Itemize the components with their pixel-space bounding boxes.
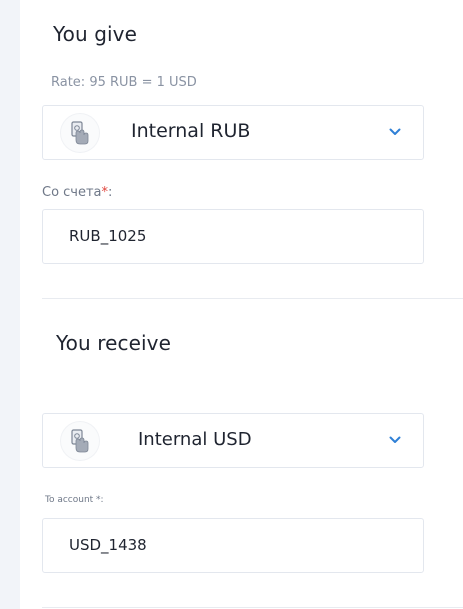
hand-card-icon [61, 114, 99, 152]
give-account-label: Со счета*: [42, 185, 112, 200]
left-rail [0, 0, 20, 609]
receive-account-value: USD_1438 [69, 536, 147, 554]
section-divider [42, 298, 463, 299]
give-currency-select[interactable]: Internal RUB [42, 105, 424, 160]
bottom-divider [42, 607, 463, 608]
hand-card-icon [61, 422, 99, 460]
give-account-field[interactable]: RUB_1025 [42, 209, 424, 264]
give-section-title: You give [53, 22, 138, 46]
receive-currency-label: Internal USD [138, 429, 252, 450]
give-account-value: RUB_1025 [69, 227, 147, 245]
give-account-label-text: Со счета [42, 185, 102, 200]
give-account-label-suffix: : [108, 185, 113, 200]
chevron-down-icon[interactable] [388, 125, 402, 139]
receive-account-label: To account *: [45, 495, 104, 505]
give-currency-label: Internal RUB [131, 120, 251, 142]
receive-account-field[interactable]: USD_1438 [42, 518, 424, 573]
chevron-down-icon[interactable] [388, 433, 402, 447]
exchange-rate: Rate: 95 RUB = 1 USD [51, 75, 197, 90]
receive-currency-select[interactable]: Internal USD [42, 413, 424, 468]
exchange-form: You give Rate: 95 RUB = 1 USD Internal R… [0, 0, 463, 609]
receive-section-title: You receive [56, 331, 172, 355]
